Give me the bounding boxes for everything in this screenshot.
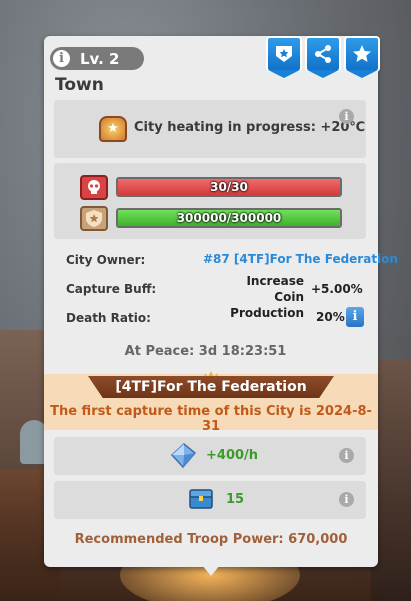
heating-furnace-icon: ★	[99, 116, 127, 142]
chest-icon	[189, 489, 213, 509]
heating-text: City heating in progress: +20℃	[134, 120, 366, 135]
capture-buff-line1: Increase Coin	[246, 274, 304, 304]
info-icon[interactable]: i	[53, 50, 70, 67]
shield-star-icon	[80, 206, 108, 231]
reward-row-chest: 15 i	[54, 481, 366, 519]
city-title: Town	[55, 75, 104, 95]
capture-buff-line2: Production	[230, 306, 304, 320]
alliance-badge-icon	[276, 46, 292, 62]
owner-link[interactable]: #87 [4TF]For The Federation	[203, 252, 398, 266]
level-label: Lv. 2	[80, 49, 120, 68]
city-stats-box: 30/30 300000/300000	[54, 163, 366, 239]
death-ratio-info-icon[interactable]: i	[346, 307, 364, 327]
death-ratio-label: Death Ratio:	[66, 311, 151, 325]
level-badge[interactable]: i Lv. 2	[50, 47, 144, 70]
first-capture-text: The first capture time of this City is 2…	[50, 404, 372, 434]
reward-row-crystal: +400/h i	[54, 437, 366, 475]
crystal-rate: +400/h	[206, 448, 259, 463]
durability-bar: 30/30	[116, 177, 342, 197]
chest-count: 15	[226, 492, 245, 507]
alliance-banner: [4TF]For The Federation	[88, 376, 334, 398]
garrison-value: 300000/300000	[176, 211, 282, 225]
capture-buff-desc: Increase Coin Production	[224, 273, 304, 321]
garrison-bar: 300000/300000	[116, 208, 342, 228]
crystal-icon	[170, 443, 197, 469]
peace-timer: At Peace: 3d 18:23:51	[124, 344, 287, 359]
death-ratio-value: 20%	[316, 310, 345, 324]
info-icon[interactable]: i	[339, 448, 354, 463]
star-icon	[353, 45, 371, 62]
owner-label: City Owner:	[66, 253, 146, 267]
crown-icon	[203, 366, 219, 381]
heating-status-box: ★ City heating in progress: +20℃ i	[54, 100, 366, 158]
info-icon[interactable]: i	[339, 492, 354, 507]
panel-pointer	[202, 565, 220, 576]
favorite-button[interactable]	[344, 36, 380, 72]
capture-buff-value: +5.00%	[311, 282, 363, 296]
durability-value: 30/30	[210, 180, 248, 194]
capture-buff-label: Capture Buff:	[66, 282, 157, 296]
share-icon	[315, 45, 331, 63]
skull-icon	[80, 175, 108, 200]
info-icon[interactable]: i	[339, 109, 354, 124]
share-button[interactable]	[305, 36, 341, 72]
recommended-troop-power: Recommended Troop Power: 670,000	[74, 532, 348, 547]
alliance-button[interactable]	[266, 36, 302, 72]
